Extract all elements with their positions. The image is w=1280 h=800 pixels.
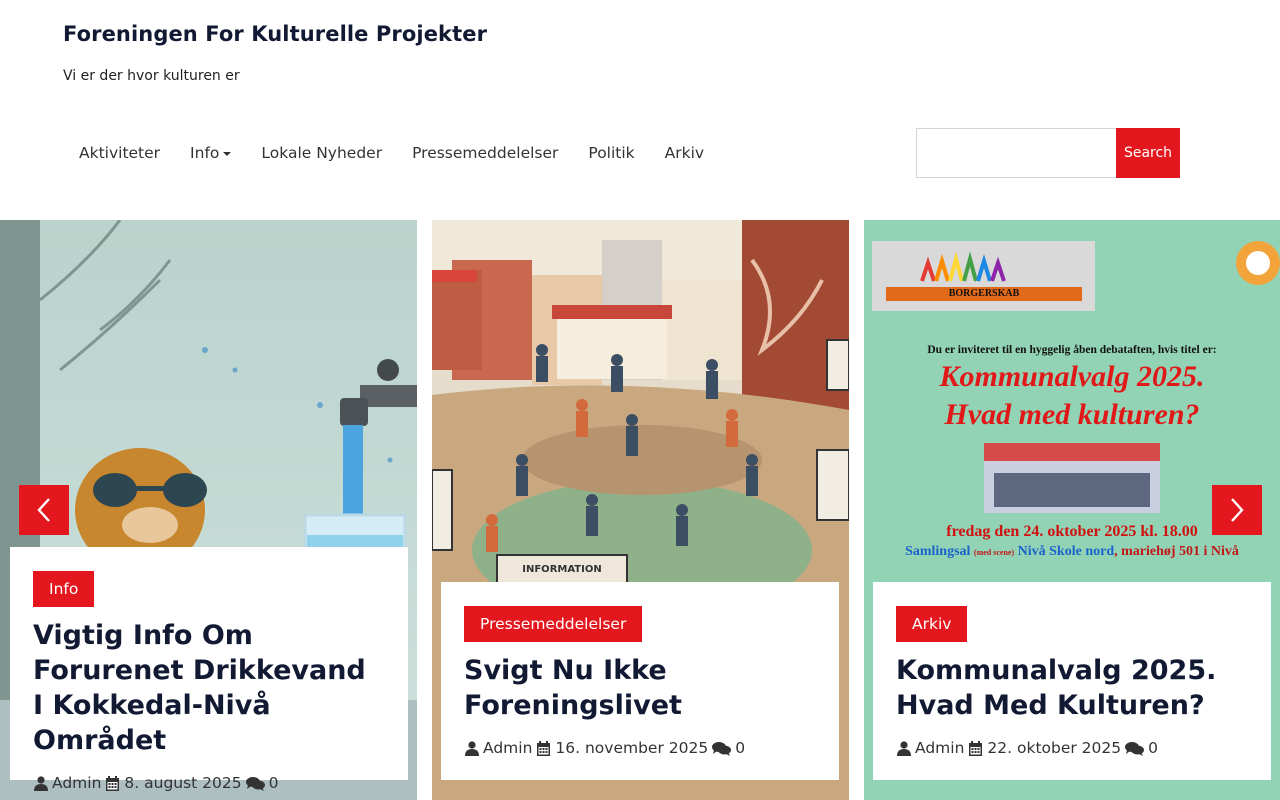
caret-down-icon xyxy=(223,152,232,156)
nav-item-label: Aktiviteter xyxy=(79,144,161,162)
main-navigation: Aktiviteter Info Lokale Nyheder Presseme… xyxy=(64,128,719,178)
calendar-icon xyxy=(105,775,120,791)
poster-venue-address: , mariehøj 501 i Nivå xyxy=(1114,544,1239,559)
slide-2-image-label: INFORMATION xyxy=(522,564,601,575)
nav-item-label: Pressemeddelelser xyxy=(412,144,559,162)
nav-item-label: Lokale Nyheder xyxy=(261,144,383,162)
post-date[interactable]: 16. november 2025 xyxy=(555,739,708,757)
nav-item-label: Politik xyxy=(588,144,635,162)
poster-photo xyxy=(984,443,1160,513)
user-icon xyxy=(33,775,48,791)
poster-logo-text: BORGERSKAB xyxy=(886,287,1082,301)
category-badge[interactable]: Info xyxy=(33,571,95,607)
poster-headline-2: Hvad med kulturen? xyxy=(944,398,1200,431)
poster-venue: Samlingsal (med scene) Nivå Skole nord, … xyxy=(864,544,1280,560)
user-icon xyxy=(464,740,479,756)
post-author[interactable]: Admin xyxy=(915,739,964,757)
post-author[interactable]: Admin xyxy=(483,739,532,757)
nav-item-info[interactable]: Info xyxy=(175,128,246,178)
site-title[interactable]: Foreningen For Kulturelle Projekter xyxy=(63,22,487,46)
search-form: Search xyxy=(916,128,1180,178)
post-title[interactable]: Svigt Nu Ikke Foreningslivet xyxy=(464,653,816,723)
category-badge[interactable]: Arkiv xyxy=(896,606,968,642)
nav-item-aktiviteter[interactable]: Aktiviteter xyxy=(64,128,175,178)
chevron-left-icon xyxy=(37,498,50,522)
comments-icon xyxy=(245,776,265,791)
post-date[interactable]: 8. august 2025 xyxy=(124,774,241,792)
slide-2: INFORMATION Pressemeddelelser Svigt Nu I… xyxy=(432,220,849,800)
poster-intro: Du er inviteret til en hyggelig åben deb… xyxy=(927,344,1217,356)
comments-icon xyxy=(712,741,732,756)
post-card: Pressemeddelelser Svigt Nu Ikke Forening… xyxy=(441,582,839,780)
post-date[interactable]: 22. oktober 2025 xyxy=(987,739,1121,757)
slider-prev-button[interactable] xyxy=(19,485,69,535)
post-meta: Admin 22. oktober 2025 0 xyxy=(896,739,1248,757)
search-button[interactable]: Search xyxy=(1116,128,1180,178)
post-comment-count[interactable]: 0 xyxy=(735,739,745,757)
category-badge[interactable]: Pressemeddelelser xyxy=(464,606,643,642)
chevron-right-icon xyxy=(1231,498,1244,522)
search-input[interactable] xyxy=(916,128,1116,178)
nav-item-arkiv[interactable]: Arkiv xyxy=(650,128,719,178)
nav-item-lokale-nyheder[interactable]: Lokale Nyheder xyxy=(246,128,397,178)
post-comment-count[interactable]: 0 xyxy=(269,774,279,792)
comments-icon xyxy=(1125,741,1145,756)
post-title[interactable]: Vigtig Info Om Forurenet Drikkevand I Ko… xyxy=(33,618,385,758)
post-meta: Admin 16. november 2025 0 xyxy=(464,739,816,757)
poster-logo: BORGERSKAB xyxy=(872,241,1095,311)
post-meta: Admin 8. august 2025 0 xyxy=(33,774,385,792)
post-author[interactable]: Admin xyxy=(52,774,101,792)
site-tagline: Vi er der hvor kulturen er xyxy=(63,68,240,84)
poster-venue-hall: Samlingsal xyxy=(905,544,971,559)
poster-venue-note: (med scene) xyxy=(973,548,1015,557)
post-comment-count[interactable]: 0 xyxy=(1148,739,1158,757)
nav-item-politik[interactable]: Politik xyxy=(573,128,649,178)
nav-item-pressemeddelelser[interactable]: Pressemeddelelser xyxy=(397,128,573,178)
nav-item-label: Arkiv xyxy=(664,144,705,162)
post-card: Info Vigtig Info Om Forurenet Drikkevand… xyxy=(10,547,408,792)
post-title[interactable]: Kommunalvalg 2025. Hvad Med Kulturen? xyxy=(896,653,1248,723)
featured-slider: Info Vigtig Info Om Forurenet Drikkevand… xyxy=(0,220,1280,800)
poster-emblem xyxy=(1236,241,1280,285)
user-icon xyxy=(896,740,911,756)
poster-headline-1: Kommunalvalg 2025. xyxy=(939,360,1205,393)
post-card: Arkiv Kommunalvalg 2025. Hvad Med Kultur… xyxy=(873,582,1271,780)
calendar-icon xyxy=(968,740,983,756)
slider-next-button[interactable] xyxy=(1212,485,1262,535)
calendar-icon xyxy=(536,740,551,756)
nav-item-label: Info xyxy=(190,144,220,162)
poster-venue-school: Nivå Skole nord xyxy=(1017,544,1115,559)
